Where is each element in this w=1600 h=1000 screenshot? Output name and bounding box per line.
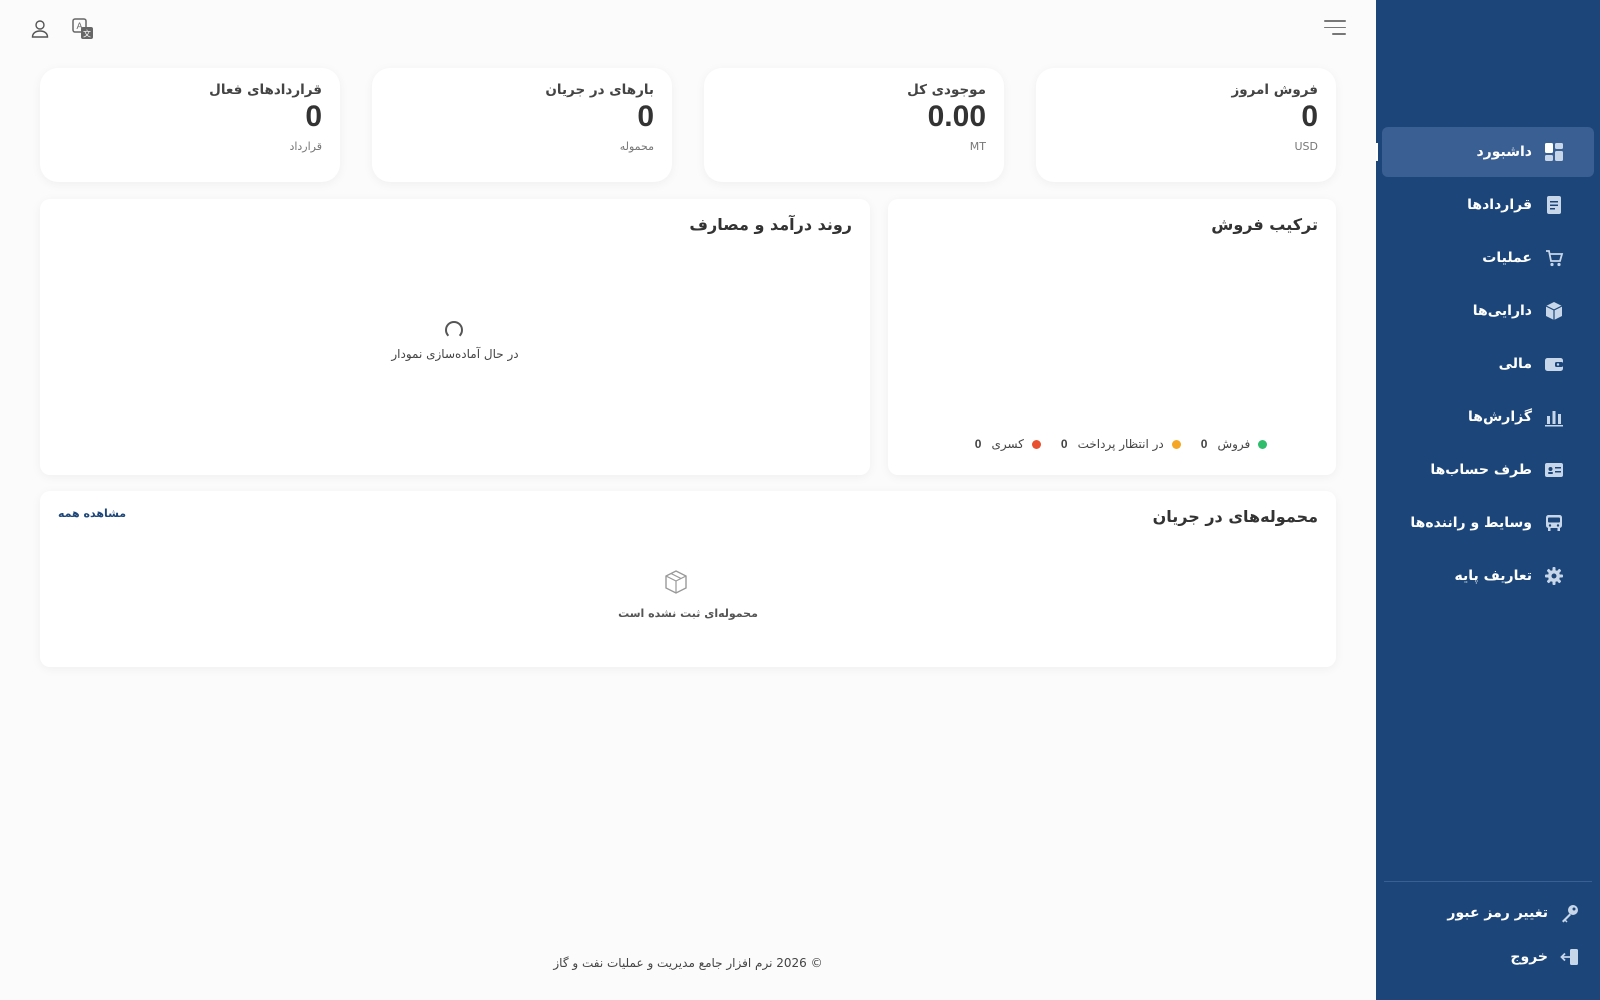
box-icon [663, 569, 689, 595]
panel-title: ترکیب فروش [1211, 215, 1318, 234]
stat-card-value: 0 [637, 100, 654, 133]
sidebar-item-accounts[interactable]: طرف حساب‌ها [1382, 445, 1594, 495]
user-profile-icon[interactable] [27, 16, 53, 42]
sidebar-item-label: قراردادها [1467, 197, 1532, 213]
sidebar-item-finance[interactable]: مالی [1382, 339, 1594, 389]
sidebar-item-contracts[interactable]: قراردادها [1382, 180, 1594, 230]
document-icon [1544, 195, 1564, 215]
income-expense-trend-panel: روند درآمد و مصارف در حال آماده‌سازی نمو… [40, 199, 870, 475]
stat-card-total-inventory: موجودی کل 0.00 MT [704, 68, 1004, 182]
sales-mix-legend: فروش 0 در انتظار پرداخت 0 کسری 0 [888, 437, 1334, 451]
translate-icon[interactable]: A文 [70, 16, 96, 42]
legend-dot [1258, 439, 1268, 449]
stat-card-title: موجودی کل [907, 82, 986, 98]
sidebar-item-operations[interactable]: عملیات [1382, 233, 1594, 283]
sidebar-divider [1384, 881, 1592, 882]
sidebar-item-label: طرف حساب‌ها [1430, 462, 1532, 478]
sidebar-item-label: وسایط و راننده‌ها [1410, 515, 1532, 531]
shipments-in-transit-panel: محموله‌های در جریان مشاهده همه محموله‌ای… [40, 491, 1336, 667]
sidebar-item-label: عملیات [1482, 250, 1532, 266]
sidebar: داشبورد قراردادها عملیات دارایی‌ها مالی [1376, 0, 1600, 1000]
legend-label: کسری [991, 437, 1024, 451]
sidebar-item-reports[interactable]: گزارش‌ها [1382, 392, 1594, 442]
stat-card-value: 0.00 [927, 100, 986, 133]
sidebar-item-label: گزارش‌ها [1468, 409, 1532, 425]
legend-item-pending-payment: در انتظار پرداخت 0 [1061, 437, 1181, 451]
key-icon [1560, 903, 1580, 923]
svg-text:文: 文 [83, 29, 91, 39]
stat-card-loads-in-transit: بارهای در جریان 0 محموله [372, 68, 672, 182]
stat-card-value: 0 [305, 100, 322, 133]
stat-card-value: 0 [1301, 100, 1318, 133]
stat-card-unit: قرارداد [289, 140, 322, 153]
sidebar-item-label: داشبورد [1476, 144, 1533, 160]
wallet-icon [1544, 354, 1564, 374]
stat-card-title: فروش امروز [1231, 82, 1318, 98]
sales-mix-panel: ترکیب فروش فروش 0 در انتظار پرداخت 0 کسر… [888, 199, 1336, 475]
legend-item-sales: فروش 0 [1201, 437, 1268, 451]
gear-icon [1544, 566, 1564, 586]
sidebar-item-settings[interactable]: تعاریف پایه [1382, 551, 1594, 601]
panel-title: محموله‌های در جریان [1152, 507, 1318, 526]
stat-card-unit: محموله [619, 140, 654, 153]
stat-card-title: بارهای در جریان [545, 82, 654, 98]
sidebar-item-assets[interactable]: دارایی‌ها [1382, 286, 1594, 336]
loading-spinner-icon [445, 321, 463, 339]
legend-item-shortage: کسری 0 [975, 437, 1041, 451]
logout-icon [1560, 947, 1580, 967]
cart-icon [1544, 248, 1564, 268]
stat-card-active-contracts: قراردادهای فعال 0 قرارداد [40, 68, 340, 182]
stat-card-today-sales: فروش امروز 0 USD [1036, 68, 1336, 182]
box-icon [1544, 301, 1564, 321]
empty-state-text: محموله‌ای ثبت نشده است [618, 607, 758, 620]
stat-card-unit: MT [969, 140, 986, 153]
legend-dot [1031, 439, 1041, 449]
legend-label: در انتظار پرداخت [1077, 437, 1164, 451]
sidebar-item-vehicles[interactable]: وسایط و راننده‌ها [1382, 498, 1594, 548]
sidebar-item-label: مالی [1498, 356, 1532, 372]
sidebar-item-label: دارایی‌ها [1472, 303, 1532, 319]
legend-dot [1171, 439, 1181, 449]
stat-cards: فروش امروز 0 USD موجودی کل 0.00 MT بارها… [40, 68, 1336, 184]
legend-label: فروش [1217, 437, 1251, 451]
view-all-link[interactable]: مشاهده همه [58, 507, 126, 520]
logout-label: خروج [1510, 949, 1548, 965]
chart-loading-text: در حال آماده‌سازی نمودار [391, 347, 519, 361]
sidebar-nav: داشبورد قراردادها عملیات دارایی‌ها مالی [1376, 127, 1594, 604]
panel-title: روند درآمد و مصارف [689, 215, 852, 234]
bus-icon [1544, 513, 1564, 533]
change-password-button[interactable]: تغییر رمز عبور [1382, 896, 1594, 930]
sidebar-item-label: تعاریف پایه [1454, 568, 1532, 584]
legend-value: 0 [974, 437, 982, 451]
top-bar: A文 [0, 14, 1376, 46]
footer: © 2026 نرم افزار جامع مدیریت و عملیات نف… [553, 956, 823, 970]
id-card-icon [1544, 460, 1564, 480]
stat-card-title: قراردادهای فعال [209, 82, 322, 98]
menu-toggle-icon[interactable] [1322, 20, 1346, 40]
legend-value: 0 [1060, 437, 1068, 451]
logout-button[interactable]: خروج [1382, 940, 1594, 974]
stat-card-unit: USD [1294, 140, 1318, 153]
change-password-label: تغییر رمز عبور [1447, 905, 1548, 921]
legend-value: 0 [1200, 437, 1208, 451]
sidebar-item-dashboard[interactable]: داشبورد [1376, 127, 1594, 177]
bar-chart-icon [1544, 407, 1564, 427]
dashboard-icon [1544, 142, 1564, 162]
